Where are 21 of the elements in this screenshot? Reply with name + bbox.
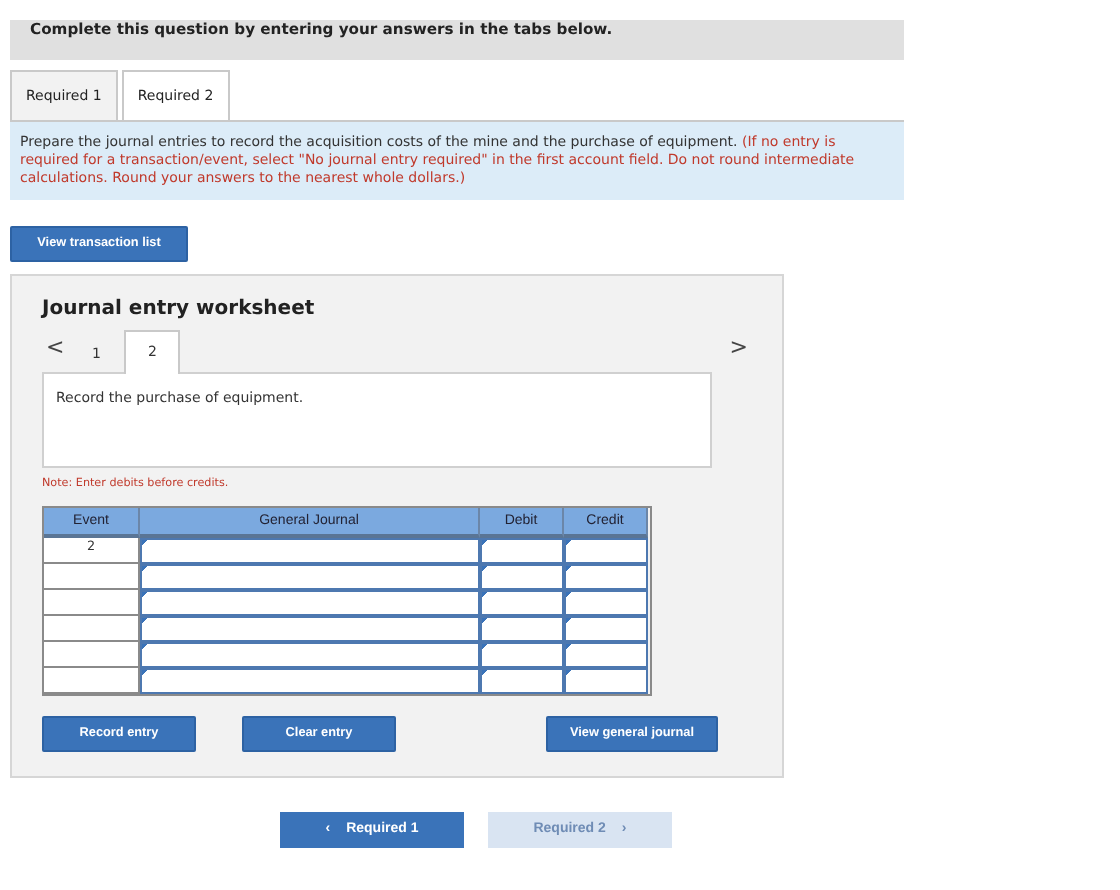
- debit-field[interactable]: [480, 563, 564, 589]
- debit-field[interactable]: [480, 589, 564, 615]
- account-field[interactable]: [140, 667, 480, 693]
- account-field[interactable]: [140, 641, 480, 667]
- account-field[interactable]: [140, 537, 480, 563]
- credit-field[interactable]: [564, 589, 648, 615]
- credit-field[interactable]: [564, 537, 648, 563]
- account-field[interactable]: [140, 615, 480, 641]
- credit-field[interactable]: [564, 563, 648, 589]
- previous-button[interactable]: <: [42, 333, 69, 371]
- debit-field[interactable]: [480, 615, 564, 641]
- credit-field[interactable]: [564, 641, 648, 667]
- debit-field[interactable]: [480, 537, 564, 563]
- worksheet-title: Journal entry worksheet: [42, 297, 317, 319]
- account-field[interactable]: [140, 589, 480, 615]
- next-button[interactable]: >: [725, 333, 752, 371]
- account-field[interactable]: [140, 563, 480, 589]
- debit-field[interactable]: [480, 641, 564, 667]
- credit-field[interactable]: [564, 615, 648, 641]
- credit-field[interactable]: [564, 667, 648, 693]
- debit-field[interactable]: [480, 667, 564, 693]
